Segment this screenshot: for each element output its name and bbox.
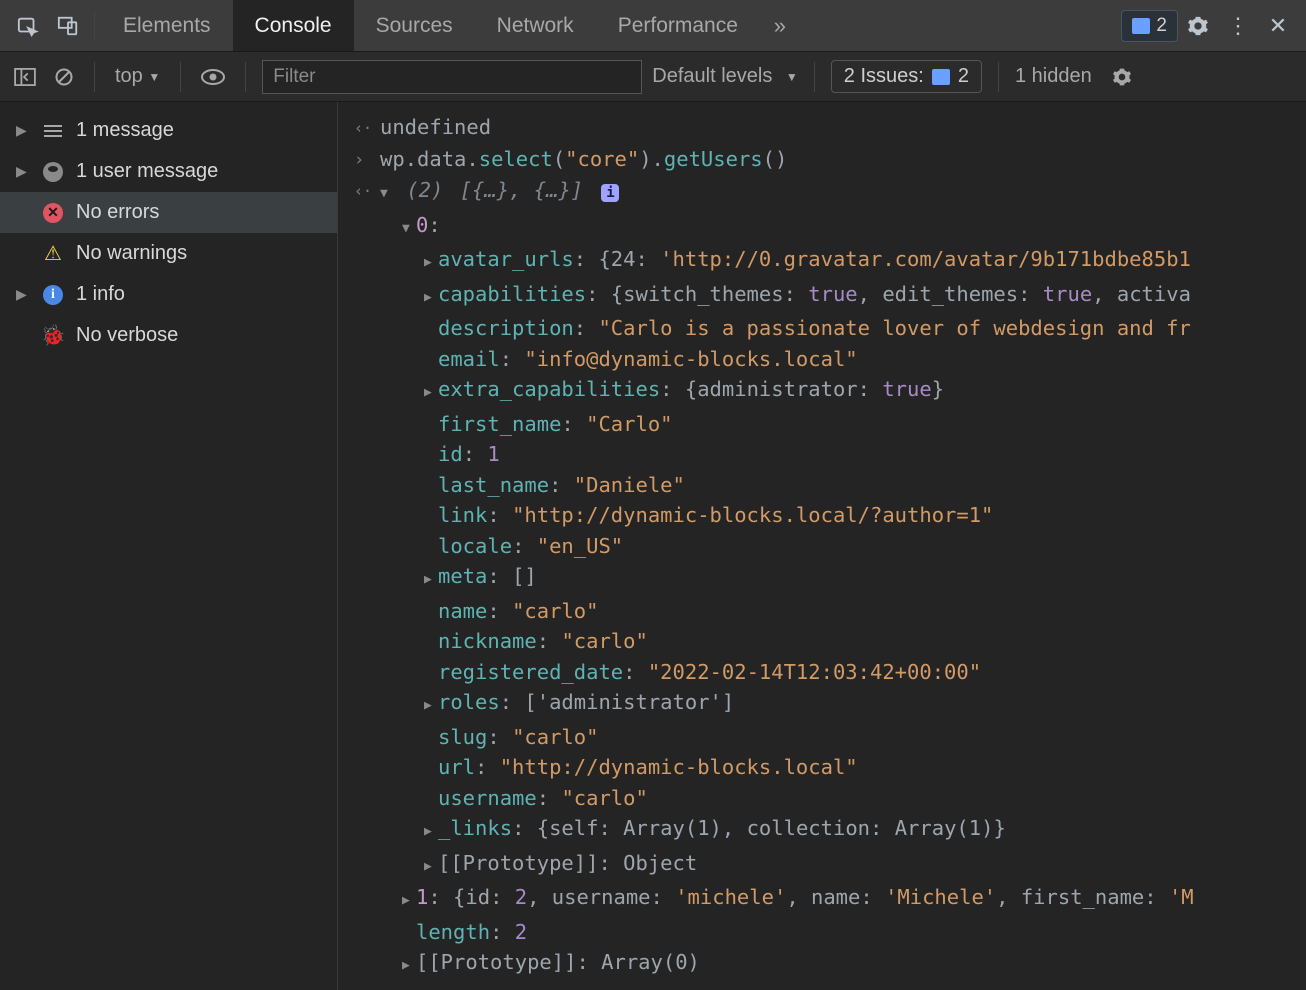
sidebar-item-messages[interactable]: ▶ 1 message	[0, 110, 337, 151]
list-icon	[42, 120, 64, 142]
log-levels-selector[interactable]: Default levels ▼	[652, 65, 798, 88]
sidebar-label: No errors	[76, 201, 159, 224]
live-expression-icon[interactable]	[197, 69, 229, 85]
prop-registered-date[interactable]: registered_date: "2022-02-14T12:03:42+00…	[354, 657, 1290, 688]
return-arrow-icon: ‹·	[354, 175, 370, 207]
console-output: ‹· undefined › wp.data.select("core").ge…	[338, 102, 1306, 990]
toggle-sidebar-icon[interactable]	[10, 68, 40, 86]
separator	[94, 62, 95, 92]
sidebar-item-errors[interactable]: ✕ No errors	[0, 192, 337, 233]
bug-icon: 🐞	[42, 325, 64, 347]
console-input-line[interactable]: › wp.data.select("core").getUsers()	[354, 144, 1290, 176]
console-toolbar: top ▼ Default levels ▼ 2 Issues: 2 1 hid…	[0, 52, 1306, 102]
sidebar-label: 1 info	[76, 283, 125, 306]
prop-nickname[interactable]: nickname: "carlo"	[354, 626, 1290, 657]
prop-length[interactable]: length: 2	[354, 917, 1290, 948]
devtools-tabbar: Elements Console Sources Network Perform…	[0, 0, 1306, 52]
console-result-line[interactable]: ‹· ▼ (2) [{…}, {…}] i	[354, 175, 1290, 210]
console-return-line: ‹· undefined	[354, 112, 1290, 144]
separator	[998, 62, 999, 92]
collapse-icon[interactable]: ▼	[402, 214, 416, 245]
device-toolbar-icon[interactable]	[48, 6, 88, 46]
array-index-1[interactable]: ▶1: {id: 2, username: 'michele', name: '…	[354, 882, 1290, 917]
expand-icon[interactable]: ▶	[424, 565, 438, 596]
prop-link[interactable]: link: "http://dynamic-blocks.local/?auth…	[354, 500, 1290, 531]
return-arrow-icon: ‹·	[354, 112, 370, 144]
issues-chip[interactable]: 2	[1121, 10, 1178, 42]
prop-username[interactable]: username: "carlo"	[354, 783, 1290, 814]
warning-icon: ⚠	[42, 243, 64, 265]
expand-icon: ▶	[16, 122, 30, 139]
prop-avatar-urls[interactable]: ▶avatar_urls: {24: 'http://0.gravatar.co…	[354, 244, 1290, 279]
array-index-0[interactable]: ▼0:	[354, 210, 1290, 245]
sidebar-item-info[interactable]: ▶ i 1 info	[0, 274, 337, 315]
prop-meta[interactable]: ▶meta: []	[354, 561, 1290, 596]
info-icon: i	[42, 284, 64, 306]
prop-roles[interactable]: ▶roles: ['administrator']	[354, 687, 1290, 722]
kebab-menu-icon[interactable]: ⋮	[1218, 6, 1258, 46]
clear-console-icon[interactable]	[50, 67, 78, 87]
prop-id[interactable]: id: 1	[354, 439, 1290, 470]
prop-url[interactable]: url: "http://dynamic-blocks.local"	[354, 752, 1290, 783]
console-sidebar: ▶ 1 message ▶ 1 user message ✕ No errors…	[0, 102, 338, 990]
separator	[94, 11, 95, 41]
sidebar-item-user-messages[interactable]: ▶ 1 user message	[0, 151, 337, 192]
tab-network[interactable]: Network	[475, 0, 596, 51]
prop-last-name[interactable]: last_name: "Daniele"	[354, 470, 1290, 501]
tab-elements[interactable]: Elements	[101, 0, 233, 51]
prop-links[interactable]: ▶_links: {self: Array(1), collection: Ar…	[354, 813, 1290, 848]
command-text: wp.data.select("core").getUsers()	[380, 144, 787, 175]
issues-icon	[1132, 18, 1150, 34]
console-settings-gear-icon[interactable]	[1108, 67, 1136, 87]
error-icon: ✕	[42, 202, 64, 224]
issues-icon	[932, 69, 950, 85]
filter-input[interactable]	[262, 60, 642, 94]
separator	[245, 62, 246, 92]
sidebar-item-verbose[interactable]: 🐞 No verbose	[0, 315, 337, 356]
expand-icon: ▶	[16, 286, 30, 303]
hidden-count[interactable]: 1 hidden	[1015, 65, 1092, 88]
sidebar-label: No verbose	[76, 324, 178, 347]
collapse-icon[interactable]: ▼	[380, 179, 394, 210]
expand-icon[interactable]: ▶	[402, 951, 416, 982]
expand-icon[interactable]: ▶	[424, 852, 438, 883]
prop-locale[interactable]: locale: "en_US"	[354, 531, 1290, 562]
sidebar-label: No warnings	[76, 242, 187, 265]
expand-icon[interactable]: ▶	[424, 248, 438, 279]
close-devtools-icon[interactable]: ✕	[1258, 6, 1298, 46]
settings-gear-icon[interactable]	[1178, 6, 1218, 46]
tab-sources[interactable]: Sources	[354, 0, 475, 51]
expand-icon[interactable]: ▶	[424, 283, 438, 314]
context-selector[interactable]: top ▼	[111, 65, 164, 88]
sidebar-label: 1 user message	[76, 160, 218, 183]
expand-icon[interactable]: ▶	[424, 691, 438, 722]
sidebar-label: 1 message	[76, 119, 174, 142]
user-icon	[42, 161, 64, 183]
prompt-icon: ›	[354, 144, 370, 176]
prop-capabilities[interactable]: ▶capabilities: {switch_themes: true, edi…	[354, 279, 1290, 314]
tab-console[interactable]: Console	[233, 0, 354, 51]
sidebar-item-warnings[interactable]: ⚠ No warnings	[0, 233, 337, 274]
expand-icon[interactable]: ▶	[424, 817, 438, 848]
info-badge-icon[interactable]: i	[601, 184, 619, 202]
tab-performance[interactable]: Performance	[596, 0, 760, 51]
prop-slug[interactable]: slug: "carlo"	[354, 722, 1290, 753]
separator	[180, 62, 181, 92]
prop-prototype[interactable]: ▶[[Prototype]]: Object	[354, 848, 1290, 883]
expand-icon: ▶	[16, 163, 30, 180]
expand-icon[interactable]: ▶	[402, 886, 416, 917]
prop-prototype-array[interactable]: ▶[[Prototype]]: Array(0)	[354, 947, 1290, 982]
prop-email[interactable]: email: "info@dynamic-blocks.local"	[354, 344, 1290, 375]
more-tabs-icon[interactable]: »	[760, 6, 800, 46]
return-value: undefined	[380, 112, 491, 143]
issues-button[interactable]: 2 Issues: 2	[831, 60, 982, 93]
prop-name[interactable]: name: "carlo"	[354, 596, 1290, 627]
prop-extra-capabilities[interactable]: ▶extra_capabilities: {administrator: tru…	[354, 374, 1290, 409]
issues-count: 2	[1156, 15, 1167, 37]
separator	[814, 62, 815, 92]
inspect-element-icon[interactable]	[8, 6, 48, 46]
expand-icon[interactable]: ▶	[424, 378, 438, 409]
prop-first-name[interactable]: first_name: "Carlo"	[354, 409, 1290, 440]
prop-description[interactable]: description: "Carlo is a passionate love…	[354, 313, 1290, 344]
